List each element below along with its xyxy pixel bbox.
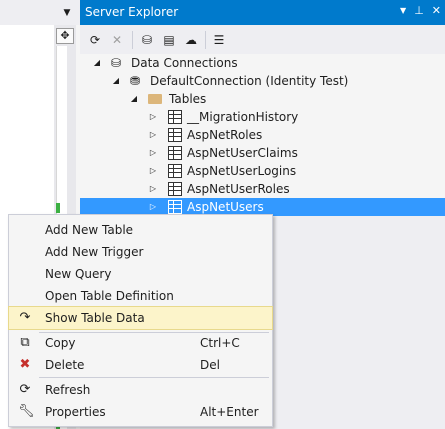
pin-icon[interactable]: ⊥ bbox=[414, 4, 424, 18]
tree-node-data-connections[interactable]: ◢ ⛁ Data Connections bbox=[80, 54, 445, 72]
tree-node-label: AspNetUserClaims bbox=[187, 146, 298, 160]
table-icon bbox=[168, 182, 182, 196]
menu-item-add-new-trigger[interactable]: Add New Trigger bbox=[9, 241, 272, 263]
connect-to-database-icon[interactable]: ⛁ bbox=[138, 31, 156, 49]
connect-to-server-icon[interactable]: ▤ bbox=[160, 31, 178, 49]
server-tree: ◢ ⛁ Data Connections ◢ ⛃ DefaultConnecti… bbox=[80, 54, 445, 216]
panel-title: Server Explorer bbox=[85, 5, 179, 19]
toolbar: ⟳ ✕ ⛁ ▤ ☁ ☰ bbox=[80, 25, 445, 54]
wrench-icon: 🔧︎ bbox=[18, 404, 35, 419]
close-icon[interactable]: ✕ bbox=[432, 4, 441, 18]
azure-icon[interactable]: ☁ bbox=[182, 31, 200, 49]
tree-node-label: AspNetUsers bbox=[187, 200, 264, 214]
expanded-arrow-icon[interactable]: ◢ bbox=[129, 94, 139, 104]
menu-item-open-table-definition[interactable]: Open Table Definition bbox=[9, 285, 272, 307]
refresh-icon[interactable]: ⟳ bbox=[86, 31, 104, 49]
collapsed-arrow-icon[interactable]: ▷ bbox=[148, 130, 158, 140]
folder-icon bbox=[148, 94, 162, 104]
menu-item-shortcut: Ctrl+C bbox=[200, 336, 240, 350]
menu-separator bbox=[39, 377, 269, 378]
tree-node-table[interactable]: ▷ AspNetUserRoles bbox=[80, 180, 445, 198]
toolbar-separator bbox=[205, 31, 206, 49]
menu-item-shortcut: Alt+Enter bbox=[200, 405, 259, 419]
menu-item-delete[interactable]: ✖ Delete Del bbox=[9, 354, 272, 376]
refresh-icon: ⟳ bbox=[19, 382, 31, 397]
tree-node-table[interactable]: ▷ AspNetUserClaims bbox=[80, 144, 445, 162]
stop-icon[interactable]: ✕ bbox=[108, 31, 126, 49]
menu-item-label: Add New Table bbox=[45, 223, 134, 237]
menu-item-label: Add New Trigger bbox=[45, 245, 144, 259]
split-view-icon[interactable]: ✥ bbox=[56, 28, 74, 44]
tree-node-table[interactable]: ▷ AspNetUserLogins bbox=[80, 162, 445, 180]
expanded-arrow-icon[interactable]: ◢ bbox=[92, 58, 102, 68]
context-menu: Add New Table Add New Trigger New Query … bbox=[8, 214, 273, 427]
tree-node-default-connection[interactable]: ◢ ⛃ DefaultConnection (Identity Test) bbox=[80, 72, 445, 90]
menu-item-label: New Query bbox=[45, 267, 112, 281]
database-icon: ⛃ bbox=[130, 74, 141, 88]
expanded-arrow-icon[interactable]: ◢ bbox=[111, 76, 121, 86]
properties-icon[interactable]: ☰ bbox=[210, 31, 228, 49]
tree-node-table[interactable]: ▷ AspNetRoles bbox=[80, 126, 445, 144]
menu-item-label: Properties bbox=[45, 405, 106, 419]
delete-icon: ✖ bbox=[19, 357, 31, 372]
collapsed-arrow-icon[interactable]: ▷ bbox=[148, 202, 158, 212]
menu-item-shortcut: Del bbox=[200, 358, 220, 372]
tree-node-label: AspNetUserRoles bbox=[187, 182, 290, 196]
collapsed-arrow-icon[interactable]: ▷ bbox=[148, 166, 158, 176]
tree-node-label: Tables bbox=[169, 92, 207, 106]
table-icon bbox=[168, 164, 182, 178]
collapsed-arrow-icon[interactable]: ▷ bbox=[148, 112, 158, 122]
toolbar-separator bbox=[132, 31, 133, 49]
tree-node-table[interactable]: ▷ __MigrationHistory bbox=[80, 108, 445, 126]
tree-node-label: Data Connections bbox=[131, 56, 238, 70]
change-marker bbox=[56, 203, 60, 213]
menu-item-label: Refresh bbox=[45, 383, 91, 397]
dropdown-icon[interactable]: ▼ bbox=[400, 4, 406, 18]
table-icon bbox=[168, 110, 182, 124]
menu-item-new-query[interactable]: New Query bbox=[9, 263, 272, 285]
tree-node-label: AspNetUserLogins bbox=[187, 164, 297, 178]
menu-item-copy[interactable]: ⧉ Copy Ctrl+C bbox=[9, 332, 272, 354]
tree-node-tables[interactable]: ◢ Tables bbox=[80, 90, 445, 108]
menu-item-label: Show Table Data bbox=[45, 311, 145, 325]
menu-item-refresh[interactable]: ⟳ Refresh bbox=[9, 379, 272, 401]
menu-item-show-table-data[interactable]: ↷ Show Table Data bbox=[8, 306, 273, 330]
tree-node-label: DefaultConnection (Identity Test) bbox=[150, 74, 349, 88]
menu-item-label: Copy bbox=[45, 336, 76, 350]
tree-node-label: AspNetRoles bbox=[187, 128, 263, 142]
collapsed-arrow-icon[interactable]: ▷ bbox=[148, 148, 158, 158]
server-explorer-title-bar: Server Explorer ▼ ⊥ ✕ bbox=[80, 0, 445, 25]
table-icon bbox=[168, 128, 182, 142]
copy-icon: ⧉ bbox=[20, 335, 30, 350]
table-icon bbox=[168, 146, 182, 160]
chevron-down-icon[interactable]: ▼ bbox=[60, 6, 74, 20]
menu-item-label: Delete bbox=[45, 358, 85, 372]
tree-node-label: __MigrationHistory bbox=[187, 110, 299, 124]
show-data-arrow-icon: ↷ bbox=[19, 310, 31, 325]
menu-item-label: Open Table Definition bbox=[45, 289, 174, 303]
table-icon bbox=[168, 200, 182, 214]
data-connections-icon: ⛁ bbox=[111, 56, 122, 70]
collapsed-arrow-icon[interactable]: ▷ bbox=[148, 184, 158, 194]
menu-item-properties[interactable]: 🔧︎ Properties Alt+Enter bbox=[9, 401, 272, 423]
menu-item-add-new-table[interactable]: Add New Table bbox=[9, 219, 272, 241]
